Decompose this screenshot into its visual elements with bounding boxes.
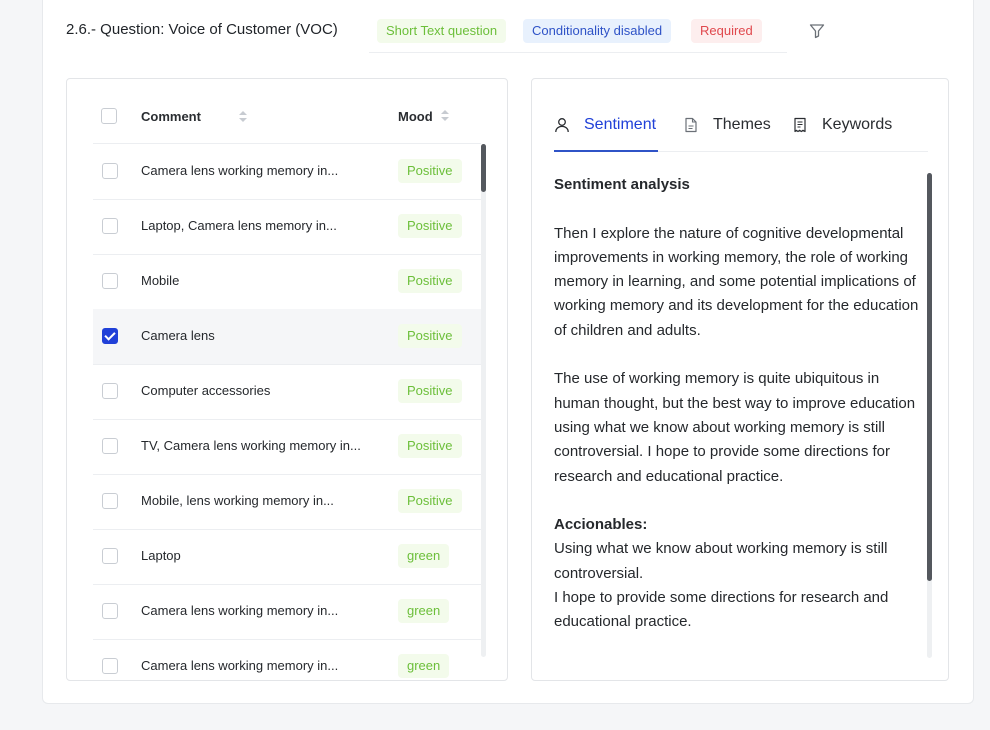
table-row-selected[interactable]: Camera lens Positive: [93, 309, 481, 365]
mood-badge: Positive: [398, 214, 462, 238]
tab-themes[interactable]: Themes: [683, 107, 773, 151]
mood-badge: Positive: [398, 489, 462, 513]
row-checkbox[interactable]: [102, 163, 118, 179]
tab-keywords[interactable]: Keywords: [792, 107, 902, 151]
mood-badge: Positive: [398, 159, 462, 183]
row-comment: Camera lens: [141, 328, 215, 343]
receipt-icon: [794, 117, 806, 133]
row-comment: Laptop, Camera lens memory in...: [141, 218, 337, 233]
table-row[interactable]: Computer accessories Positive: [93, 364, 481, 420]
row-comment: Computer accessories: [141, 383, 271, 398]
row-checkbox[interactable]: [102, 603, 118, 619]
question-type-tag: Short Text question: [377, 19, 507, 43]
question-tags: Short Text question Conditionality disab…: [369, 16, 787, 53]
analysis-paragraph: The use of working memory is quite ubiqu…: [554, 370, 916, 485]
mood-badge: Positive: [398, 324, 462, 348]
filter-icon[interactable]: [809, 23, 825, 39]
row-comment: Mobile: [141, 273, 180, 288]
required-tag: Required: [691, 19, 762, 43]
select-all-checkbox[interactable]: [101, 108, 117, 124]
table-row[interactable]: Laptop green: [93, 529, 481, 585]
row-comment: Laptop: [141, 548, 181, 563]
row-checkbox[interactable]: [102, 218, 118, 234]
row-checkbox[interactable]: [102, 438, 118, 454]
tab-sentiment[interactable]: Sentiment: [554, 107, 658, 152]
mood-badge: green: [398, 544, 450, 568]
table-scrollbar[interactable]: [481, 144, 486, 657]
mood-badge: green: [398, 599, 450, 623]
sort-comment-icon[interactable]: [239, 111, 247, 123]
table-row[interactable]: Camera lens working memory in... green: [93, 584, 481, 640]
sentiment-content: Sentiment analysis Then I explore the na…: [554, 173, 926, 663]
table-header: Comment Mood: [93, 91, 481, 144]
row-checkbox-checked[interactable]: [102, 328, 118, 344]
row-checkbox[interactable]: [102, 548, 118, 564]
table-row[interactable]: TV, Camera lens working memory in... Pos…: [93, 419, 481, 475]
analysis-tabs: Sentiment Themes Keywords: [554, 107, 928, 152]
row-comment: Mobile, lens working memory in...: [141, 493, 334, 508]
content-scrollbar-thumb[interactable]: [927, 173, 932, 581]
comments-table: Comment Mood Camera lens working memory …: [66, 78, 508, 681]
row-comment: Camera lens working memory in...: [141, 603, 339, 618]
tab-sentiment-label: Sentiment: [584, 116, 657, 133]
analysis-paragraph: Then I explore the nature of cognitive d…: [554, 224, 919, 339]
action-item: Using what we know about working memory …: [554, 540, 888, 582]
mood-badge: green: [398, 654, 450, 678]
tab-themes-label: Themes: [713, 116, 771, 133]
table-row[interactable]: Camera lens working memory in... Positiv…: [93, 144, 481, 200]
actions-heading: Accionables:: [554, 516, 648, 534]
sentiment-heading: Sentiment analysis: [554, 176, 690, 193]
mood-badge: Positive: [398, 434, 462, 458]
table-row[interactable]: Camera lens working memory in... green: [93, 639, 481, 680]
action-item: I hope to provide some directions for re…: [554, 589, 889, 631]
table-row[interactable]: Laptop, Camera lens memory in... Positiv…: [93, 199, 481, 255]
analysis-panel: Sentiment Themes Keywords Sentiment anal…: [531, 78, 949, 681]
row-checkbox[interactable]: [102, 658, 118, 674]
row-checkbox[interactable]: [102, 273, 118, 289]
question-title: 2.6.- Question: Voice of Customer (VOC): [66, 21, 338, 38]
column-header-comment[interactable]: Comment: [141, 109, 201, 124]
table-row[interactable]: Mobile Positive: [93, 254, 481, 310]
row-checkbox[interactable]: [102, 383, 118, 399]
column-header-mood[interactable]: Mood: [398, 109, 433, 124]
row-comment: Camera lens working memory in...: [141, 163, 339, 178]
sort-mood-icon[interactable]: [441, 110, 449, 122]
tab-keywords-label: Keywords: [822, 116, 893, 133]
document-icon: [685, 117, 697, 133]
content-scrollbar[interactable]: [927, 173, 932, 658]
mood-badge: Positive: [398, 269, 462, 293]
row-comment: TV, Camera lens working memory in...: [141, 438, 361, 453]
user-icon: [555, 118, 569, 133]
conditionality-tag: Conditionality disabled: [523, 19, 672, 43]
table-row[interactable]: Mobile, lens working memory in... Positi…: [93, 474, 481, 530]
row-comment: Camera lens working memory in...: [141, 658, 339, 673]
row-checkbox[interactable]: [102, 493, 118, 509]
table-scrollbar-thumb[interactable]: [481, 144, 486, 192]
mood-badge: Positive: [398, 379, 462, 403]
table-body: Camera lens working memory in... Positiv…: [93, 144, 481, 680]
